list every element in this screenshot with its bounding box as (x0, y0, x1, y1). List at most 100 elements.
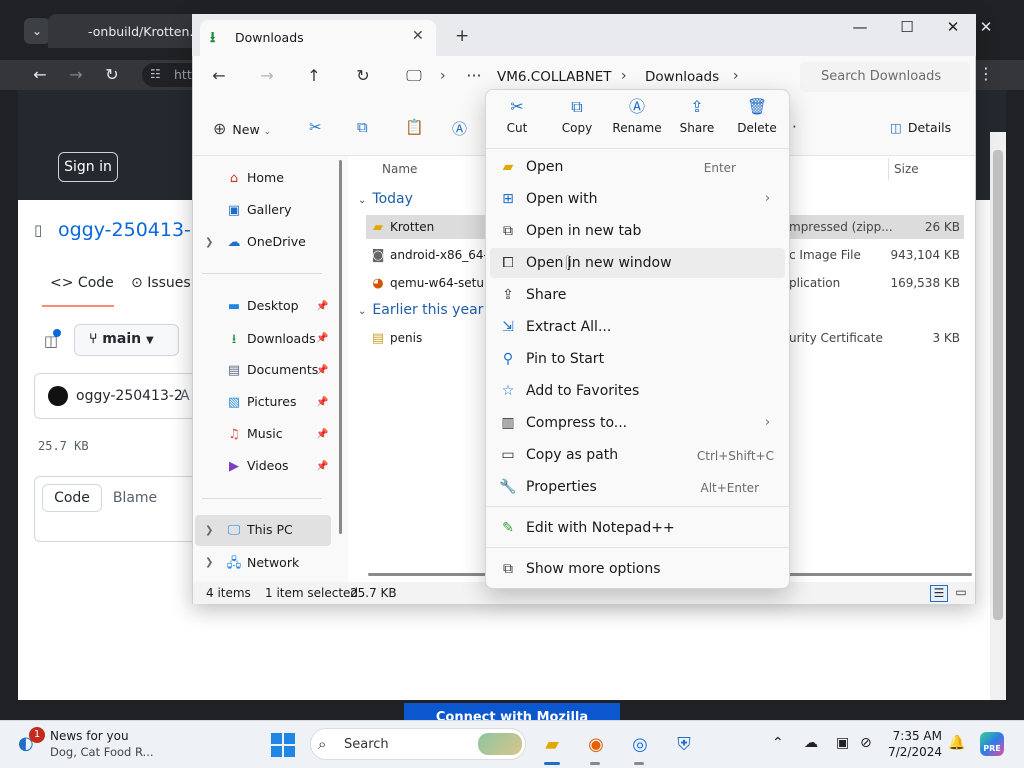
browser-close-button[interactable]: ✕ (976, 18, 996, 38)
details-view-button[interactable]: ☰ (930, 585, 948, 602)
close-window-button[interactable]: ✕ (941, 18, 965, 40)
share-icon: ⇪ (690, 97, 704, 116)
blame-view-button[interactable]: Blame (102, 484, 168, 512)
taskbar-chrome[interactable]: ◎ (626, 731, 654, 759)
group-header-earlier[interactable]: ⌄ Earlier this year (358, 302, 483, 318)
nav-scrollbar[interactable] (339, 160, 342, 534)
copy-icon[interactable]: ⧉ (357, 118, 368, 136)
notification-bell-icon[interactable]: 🔔 (948, 735, 965, 751)
sidebar-item-videos[interactable]: ▶ Videos (226, 458, 289, 474)
sidebar-item-documents[interactable]: ▤ Documents (226, 362, 318, 378)
context-cut-button[interactable]: ✂ Cut (487, 96, 547, 142)
code-view-button[interactable]: Code (42, 484, 102, 512)
pin-icon[interactable]: 📌 (316, 429, 328, 440)
context-copy-button[interactable]: ⧉ Copy (547, 96, 607, 142)
file-type: c Image File (789, 248, 861, 262)
connect-banner[interactable]: Connect with Mozilla (404, 703, 620, 720)
table-row[interactable]: ◕ qemu-w64-setup- (370, 276, 496, 291)
breadcrumb-downloads[interactable]: Downloads (645, 69, 719, 85)
table-row[interactable]: ▰ Krotten (370, 220, 434, 235)
refresh-button[interactable]: ↻ (352, 66, 374, 88)
taskbar-file-explorer[interactable]: ▰ (538, 731, 566, 759)
pin-icon[interactable]: 📌 (316, 461, 328, 472)
sign-in-button[interactable]: Sign in (58, 152, 118, 182)
paste-icon[interactable]: 📋 (405, 118, 424, 136)
column-header-name[interactable]: Name (382, 162, 417, 176)
location-root-button[interactable]: 🖵 (403, 66, 425, 88)
tray-overflow-button[interactable]: ⌃ (772, 735, 784, 751)
forward-button[interactable]: → (256, 66, 278, 88)
search-input[interactable]: Search Downloads (800, 62, 970, 92)
repo-title-link[interactable]: oggy-250413-2 (58, 219, 203, 241)
page-scrollbar-thumb[interactable] (993, 150, 1003, 620)
pin-icon[interactable]: 📌 (316, 301, 328, 312)
breadcrumb-overflow-button[interactable]: ··· (463, 66, 485, 88)
tray-display-icon[interactable]: ▣ (836, 735, 849, 751)
sidebar-item-network[interactable]: 🖧 Network (226, 554, 299, 576)
tab-code[interactable]: <> Code (50, 275, 114, 291)
rename-icon[interactable]: Ⓐ (452, 118, 467, 139)
context-rename-button[interactable]: Ⓐ Rename (607, 96, 667, 142)
file-tree-toggle[interactable]: ◫ (36, 326, 66, 356)
browser-reload-button[interactable]: ↻ (101, 64, 123, 86)
column-divider[interactable] (888, 158, 889, 180)
close-tab-button[interactable]: ✕ (412, 28, 424, 44)
sidebar-item-this-pc[interactable]: 🖵 This PC (226, 522, 293, 538)
menu-item-shortcut: Enter (703, 161, 736, 175)
browser-back-button[interactable]: ← (29, 64, 51, 86)
maximize-button[interactable]: ☐ (895, 18, 919, 40)
tab-search-button[interactable]: ⌄ (24, 18, 50, 44)
back-button[interactable]: ← (208, 66, 230, 88)
table-row[interactable]: ▤ penis (370, 331, 422, 346)
pin-icon[interactable]: 📌 (316, 397, 328, 408)
tray-cloud-icon[interactable]: ☁ (804, 735, 818, 751)
cut-icon[interactable]: ✂ (309, 118, 322, 136)
sidebar-item-downloads[interactable]: ⭳ Downloads (226, 330, 316, 352)
pin-icon[interactable]: 📌 (316, 333, 328, 344)
sidebar-item-home[interactable]: ⌂ Home (226, 170, 284, 186)
expand-arrow-icon[interactable]: ❯ (205, 525, 213, 536)
browser-menu-button-overlap[interactable]: ⋮ (980, 65, 996, 84)
file-name: penis (390, 331, 423, 345)
tiles-view-button[interactable]: ▭ (952, 585, 970, 602)
chevron-down-icon: ⌄ (31, 24, 43, 38)
sidebar-item-desktop[interactable]: ▬ Desktop (226, 298, 299, 314)
new-tab-button[interactable]: + (455, 26, 469, 46)
sidebar-item-pictures[interactable]: ▧ Pictures (226, 394, 297, 410)
clock[interactable]: 7:35 AM 7/2/2024 (872, 728, 942, 760)
new-window-icon: ⧠ (502, 255, 514, 271)
avatar[interactable] (48, 386, 68, 406)
context-action-label: Cut (506, 121, 528, 135)
details-pane-button[interactable]: ◫ Details (890, 120, 951, 135)
browser-forward-button[interactable]: → (65, 64, 87, 86)
copilot-button[interactable]: PRE (980, 732, 1004, 756)
tray-network-icon[interactable]: ⊘ (860, 735, 872, 751)
sidebar-item-gallery[interactable]: ▣ Gallery (226, 202, 292, 218)
sidebar-item-label: Desktop (247, 298, 299, 313)
up-button[interactable]: ↑ (303, 66, 325, 88)
context-delete-button[interactable]: 🗑 Delete (727, 96, 787, 142)
context-share-button[interactable]: ⇪ Share (667, 96, 727, 142)
column-header-size[interactable]: Size (894, 162, 919, 176)
new-button[interactable]: ⊕ New ⌄ (213, 119, 271, 138)
group-header-today[interactable]: ⌄ Today (358, 191, 413, 207)
taskbar-firefox[interactable]: ◉ (582, 731, 610, 759)
see-more-icon[interactable]: · (792, 118, 797, 136)
tab-issues[interactable]: ⊙ Issues (131, 275, 191, 291)
news-widget-subtitle[interactable]: Dog, Cat Food R... (50, 745, 154, 759)
network-icon: 🖧 (226, 556, 242, 571)
start-button[interactable] (271, 733, 295, 757)
news-widget-title[interactable]: News for you (50, 729, 129, 743)
breadcrumb-computer[interactable]: VM6.COLLABNET (497, 69, 612, 85)
expand-arrow-icon[interactable]: ❯ (205, 237, 213, 248)
sidebar-item-onedrive[interactable]: ☁ OneDrive (226, 234, 306, 250)
expand-arrow-icon[interactable]: ❯ (205, 557, 213, 568)
minimize-button[interactable]: — (848, 18, 872, 40)
mouse-cursor-icon: I (565, 253, 571, 274)
pin-icon[interactable]: 📌 (316, 365, 328, 376)
firefox-icon: ◉ (588, 734, 604, 755)
commit-author[interactable]: oggy-250413-2 (76, 388, 183, 404)
sidebar-item-music[interactable]: ♫ Music (226, 426, 282, 442)
branch-selector[interactable]: ⑂ main ▼ (74, 324, 179, 356)
taskbar-defender[interactable]: ⛨ (670, 731, 698, 759)
